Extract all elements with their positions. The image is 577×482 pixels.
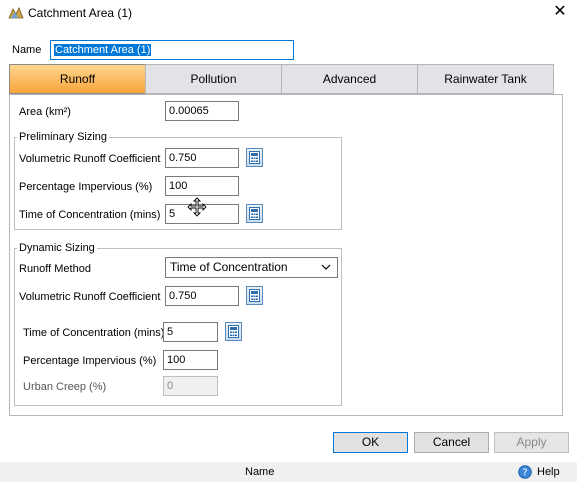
move-cursor-icon: [187, 197, 207, 217]
cancel-button[interactable]: Cancel: [414, 432, 489, 453]
calculator-icon[interactable]: [246, 286, 263, 305]
dynamic-sizing-title: Dynamic Sizing: [17, 242, 97, 254]
preliminary-sizing-title: Preliminary Sizing: [17, 131, 110, 143]
help-link[interactable]: Help: [537, 466, 560, 478]
status-bar: [0, 462, 577, 482]
dynamic-toc-label: Time of Concentration (mins): [23, 327, 165, 339]
dynamic-vrc-input[interactable]: 0.750: [165, 286, 239, 306]
runoff-method-value: Time of Concentration: [170, 260, 288, 274]
prelim-vrc-label: Volumetric Runoff Coefficient: [19, 153, 161, 165]
name-value: Catchment Area (1): [54, 44, 152, 56]
help-icon[interactable]: ?: [518, 465, 532, 479]
tab-runoff[interactable]: Runoff: [9, 64, 146, 94]
dynamic-vrc-label: Volumetric Runoff Coefficient: [19, 291, 161, 303]
window-title: Catchment Area (1): [28, 6, 133, 20]
area-input[interactable]: 0.00065: [165, 101, 239, 121]
name-field[interactable]: Catchment Area (1): [50, 40, 294, 60]
calculator-icon[interactable]: [246, 148, 263, 167]
close-icon[interactable]: ✕: [550, 2, 570, 22]
tab-pollution[interactable]: Pollution: [145, 64, 282, 94]
dynamic-impervious-input[interactable]: 100: [163, 350, 218, 370]
dynamic-toc-input[interactable]: 5: [163, 322, 218, 342]
urban-creep-label: Urban Creep (%): [23, 381, 107, 393]
prelim-impervious-label: Percentage Impervious (%): [19, 181, 153, 193]
chevron-down-icon: [321, 262, 331, 275]
urban-creep-input: 0: [163, 376, 218, 396]
prelim-toc-label: Time of Concentration (mins): [19, 209, 161, 221]
tab-strip: Runoff Pollution Advanced Rainwater Tank: [9, 64, 554, 94]
runoff-method-label: Runoff Method: [19, 263, 91, 275]
runoff-method-select[interactable]: Time of Concentration: [165, 257, 338, 278]
tab-rainwater-tank[interactable]: Rainwater Tank: [417, 64, 554, 94]
dynamic-impervious-label: Percentage Impervious (%): [23, 355, 157, 367]
apply-button: Apply: [494, 432, 569, 453]
svg-text:?: ?: [522, 468, 527, 479]
status-text: Name: [245, 466, 275, 478]
prelim-vrc-input[interactable]: 0.750: [165, 148, 239, 168]
app-icon: [8, 6, 24, 20]
prelim-impervious-input[interactable]: 100: [165, 176, 239, 196]
name-label: Name: [12, 44, 42, 56]
ok-button[interactable]: OK: [333, 432, 408, 453]
tab-advanced[interactable]: Advanced: [281, 64, 418, 94]
calculator-icon[interactable]: [225, 322, 242, 341]
area-label: Area (km²): [19, 106, 71, 118]
calculator-icon[interactable]: [246, 204, 263, 223]
